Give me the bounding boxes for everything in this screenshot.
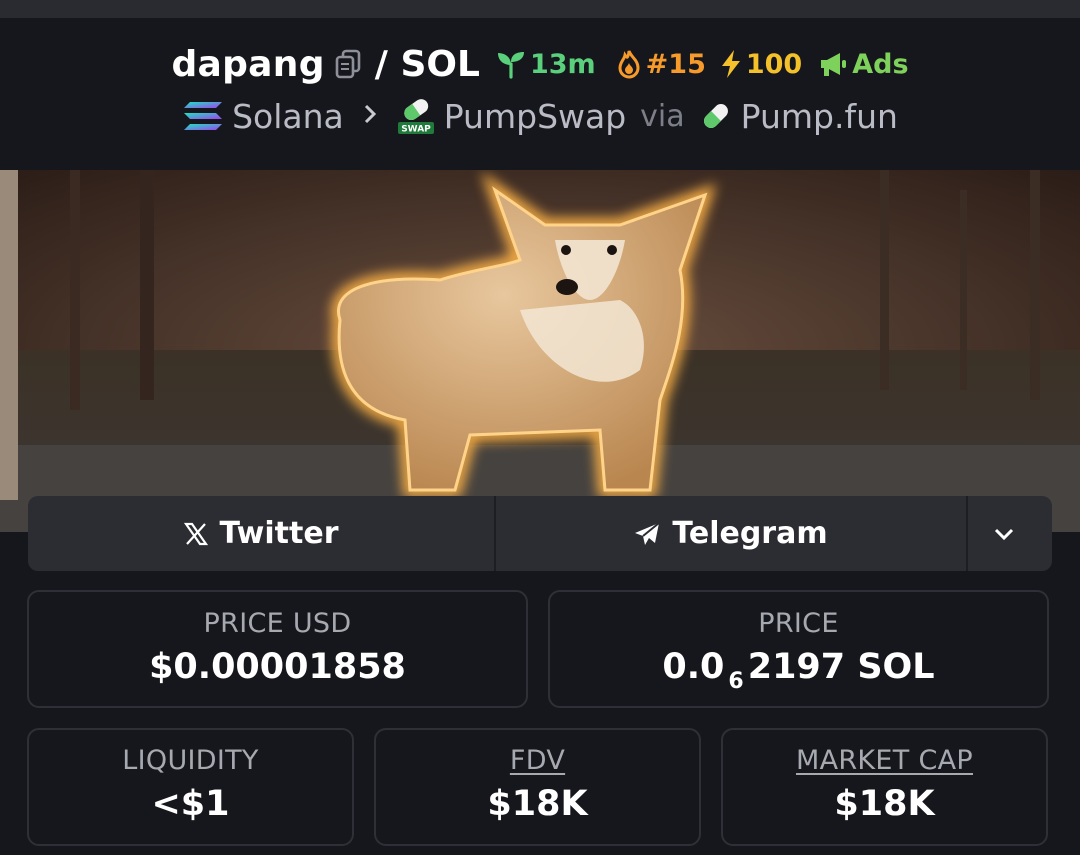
pair-route-row: Solana SWAP PumpSwap via Pump.fun [0, 94, 1080, 138]
quote-symbol: / SOL [374, 43, 480, 85]
price-native-value: 0.0 6 2197 SOL [550, 647, 1047, 694]
chevron-down-icon [994, 528, 1014, 540]
price-usd-card: PRICE USD $0.00001858 [27, 590, 528, 708]
token-banner-image [0, 170, 1080, 532]
market-cap-label[interactable]: MARKET CAP [723, 745, 1046, 776]
pumpswap-icon: SWAP [396, 96, 436, 136]
more-links-button[interactable] [968, 496, 1052, 571]
social-links-bar: Twitter Telegram [28, 496, 1052, 571]
market-cap-card[interactable]: MARKET CAP $18K [721, 728, 1048, 846]
fdv-label[interactable]: FDV [376, 745, 699, 776]
flame-icon [618, 50, 640, 79]
top-strip [0, 0, 1080, 18]
liquidity-card: LIQUIDITY <$1 [27, 728, 354, 846]
age-value: 13m [529, 48, 596, 80]
fdv-card[interactable]: FDV $18K [374, 728, 701, 846]
boost-badge[interactable]: 100 [720, 49, 802, 80]
price-usd-value: $0.00001858 [149, 647, 406, 687]
paper-plane-icon [635, 521, 661, 545]
telegram-button[interactable]: Telegram [496, 496, 968, 571]
x-logo-icon [183, 522, 208, 545]
svg-text:SWAP: SWAP [401, 125, 431, 135]
via-label: via [640, 98, 685, 134]
bolt-icon [721, 50, 740, 78]
liquidity-label: LIQUIDITY [122, 745, 259, 776]
twitter-button[interactable]: Twitter [28, 496, 496, 571]
trending-rank-badge[interactable]: #15 [616, 49, 706, 80]
boost-value: 100 [745, 48, 803, 80]
dex-link[interactable]: PumpSwap [444, 97, 626, 136]
pair-title-row: dapang / SOL 13m #15 100 Ads [0, 40, 1080, 88]
telegram-label: Telegram [672, 516, 828, 551]
chain-link[interactable]: Solana [232, 97, 344, 136]
market-cap-value: $18K [834, 784, 935, 824]
price-native-card: PRICE 0.0 6 2197 SOL [548, 590, 1049, 708]
liquidity-value: <$1 [151, 784, 230, 824]
rank-value: #15 [645, 48, 706, 80]
price-prefix: 0.0 [662, 647, 725, 687]
seedling-icon [497, 52, 524, 79]
pill-icon [699, 99, 733, 133]
twitter-label: Twitter [219, 516, 339, 551]
ads-label: Ads [852, 48, 909, 80]
token-symbol: dapang [171, 43, 325, 85]
price-label: PRICE [758, 608, 839, 639]
pair-header: dapang / SOL 13m #15 100 Ads Solana SWAP… [0, 18, 1080, 170]
solana-icon [182, 100, 224, 132]
price-usd-label: PRICE USD [203, 608, 352, 639]
age-badge: 13m [496, 49, 596, 80]
fdv-value: $18K [487, 784, 588, 824]
copy-icon[interactable] [335, 49, 361, 79]
launchpad-link[interactable]: Pump.fun [741, 97, 898, 136]
chevron-right-icon [362, 99, 378, 134]
price-zero-count: 6 [728, 669, 744, 694]
ads-badge[interactable]: Ads [818, 48, 909, 80]
price-rest: 2197 SOL [747, 647, 935, 687]
megaphone-icon [821, 53, 847, 76]
